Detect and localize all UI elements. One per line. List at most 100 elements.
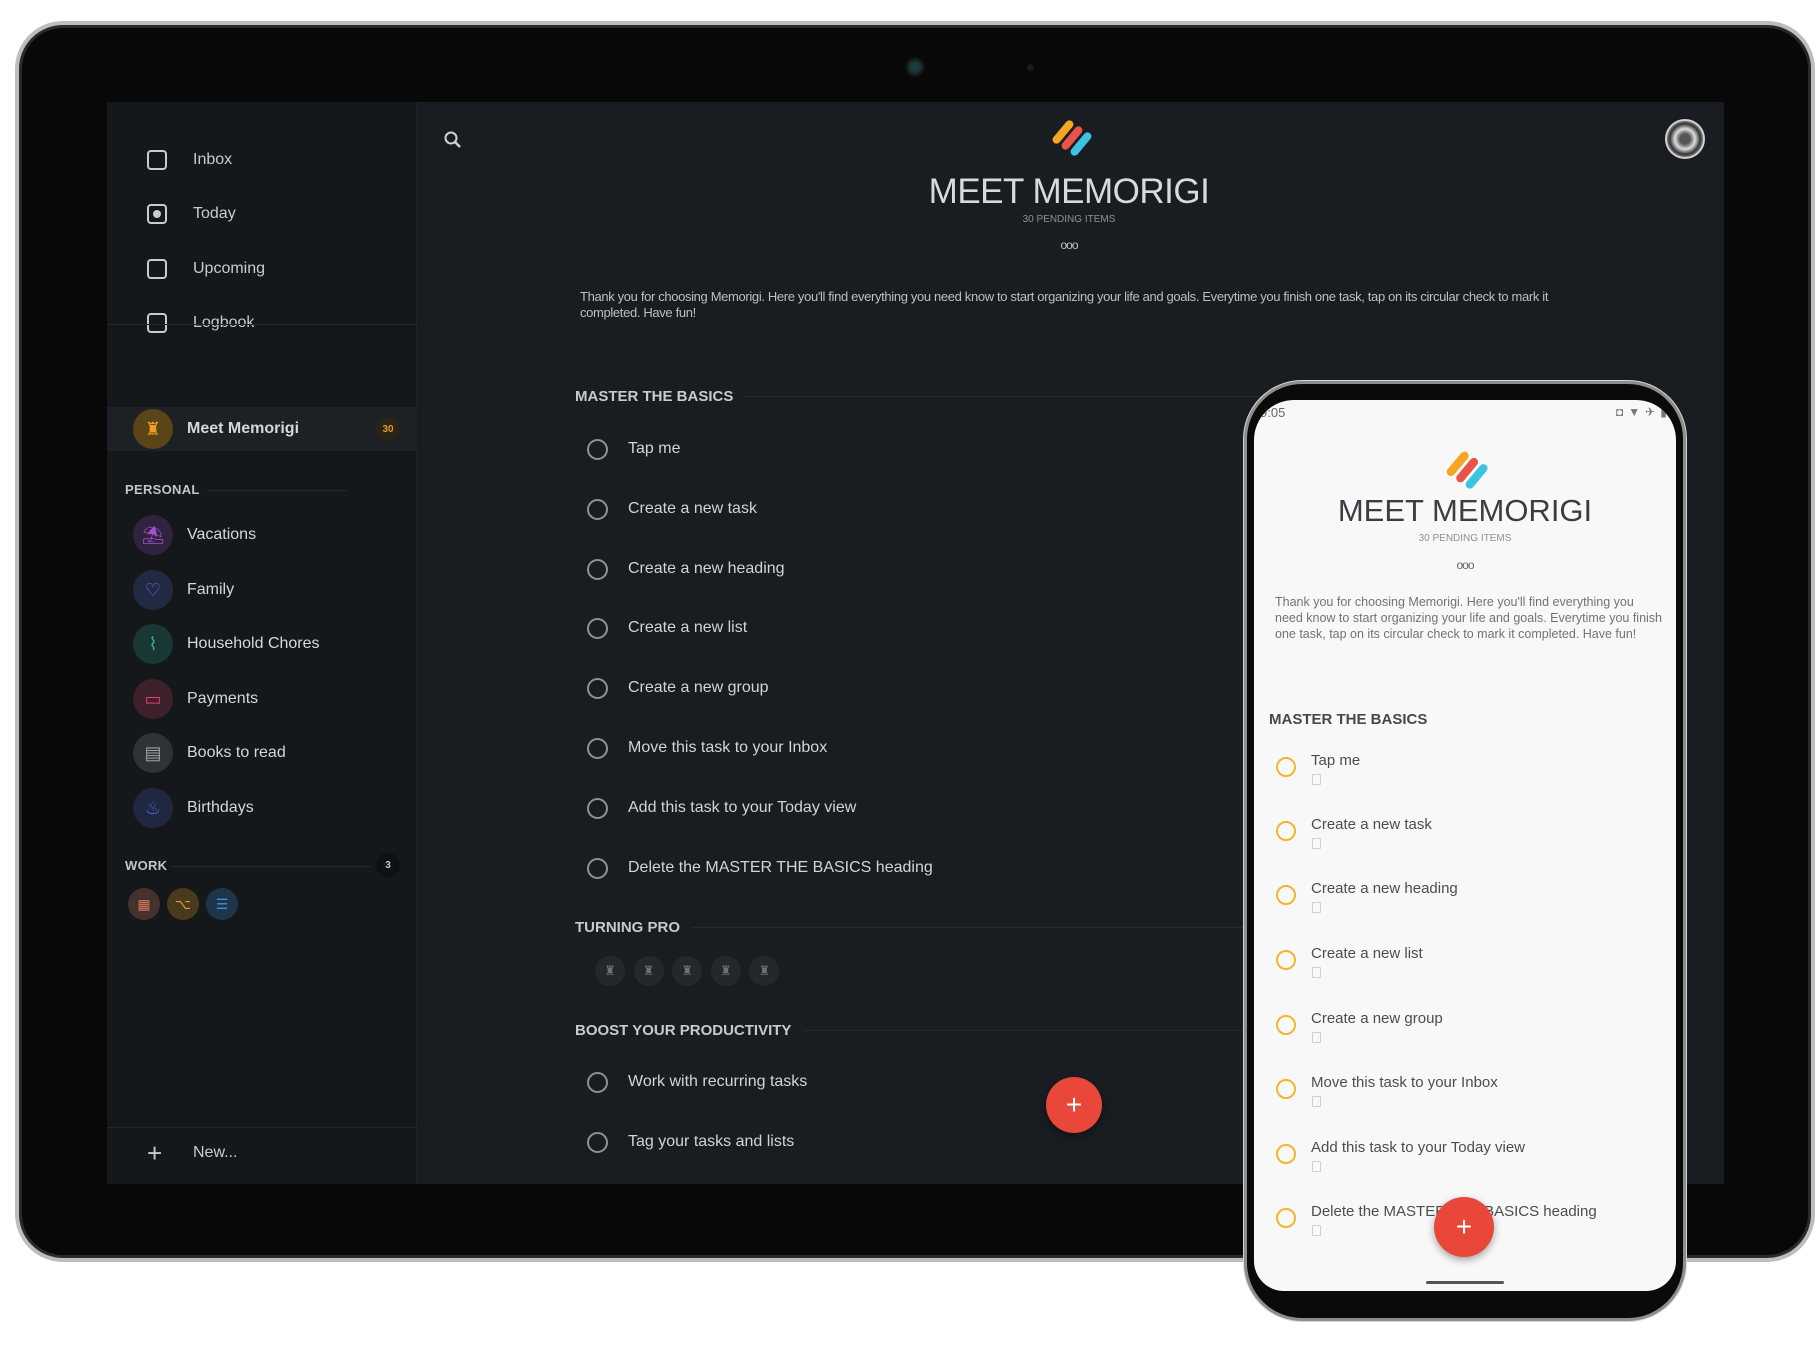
- task-item[interactable]: Create a new group: [587, 675, 769, 701]
- sidebar-item-household-chores[interactable]: ⌇ Household Chores: [117, 622, 407, 666]
- task-item[interactable]: Create a new list: [587, 615, 747, 641]
- sidebar-item-inbox[interactable]: Inbox: [147, 145, 232, 175]
- checkbox-circle[interactable]: [1276, 885, 1296, 905]
- task-item[interactable]: Add this task to your Today view: [587, 795, 856, 821]
- checkbox-circle[interactable]: [587, 677, 608, 699]
- project-label: Vacations: [187, 526, 257, 543]
- task-label: Create a new heading: [1311, 880, 1458, 897]
- note-icon: [1312, 1161, 1321, 1172]
- book-icon: ▤: [133, 733, 173, 773]
- pending-count: 30 PENDING ITEMS: [1418, 533, 1512, 544]
- beach-icon: ⛱: [133, 515, 173, 555]
- more-options-button[interactable]: ooo: [1044, 238, 1094, 252]
- pro-tip-avatar[interactable]: ♜: [710, 956, 741, 986]
- checkbox-circle[interactable]: [587, 617, 608, 639]
- task-label: Add this task to your Today view: [628, 799, 857, 816]
- note-icon: [1312, 967, 1321, 978]
- task-item[interactable]: Delete the MASTER THE BASICS heading: [587, 855, 933, 881]
- plus-icon: +: [147, 1138, 163, 1168]
- user-avatar[interactable]: [1665, 119, 1705, 159]
- checkbox-circle[interactable]: [1276, 1208, 1296, 1228]
- task-label: Delete the MASTER THE BASICS heading: [628, 859, 933, 876]
- sidebar-item-birthdays[interactable]: ♨ Birthdays: [117, 786, 407, 830]
- checkbox-circle[interactable]: [1276, 950, 1296, 970]
- checkbox-circle[interactable]: [1276, 757, 1296, 777]
- task-item[interactable]: Create a new task: [587, 496, 757, 522]
- more-options-button[interactable]: ooo: [1254, 558, 1676, 572]
- note-icon: [1312, 838, 1321, 849]
- sidebar-item-family[interactable]: ♡ Family: [117, 568, 407, 612]
- status-icons: ◘▼✈▮: [1616, 405, 1672, 419]
- heading-turning-pro: TURNING PRO: [575, 919, 1275, 936]
- checkbox-circle[interactable]: [587, 1131, 608, 1153]
- task-label: Move this task to your Inbox: [628, 739, 828, 756]
- sidebar-item-logbook[interactable]: Logbook: [147, 308, 254, 338]
- checkbox-circle[interactable]: [1276, 1144, 1296, 1164]
- divider: [107, 1127, 417, 1128]
- divider: [107, 324, 417, 325]
- nav-label: Upcoming: [193, 260, 266, 277]
- home-indicator[interactable]: [1426, 1281, 1504, 1284]
- broom-icon: ⌇: [133, 624, 173, 664]
- count-badge: 30: [376, 417, 400, 441]
- new-button[interactable]: + New...: [147, 1138, 237, 1168]
- checkbox-circle[interactable]: [1276, 1079, 1296, 1099]
- project-label: Meet Memorigi: [187, 420, 300, 437]
- sidebar-item-upcoming[interactable]: Upcoming: [147, 254, 265, 284]
- hiker-icon: ♜: [133, 409, 173, 449]
- note-icon: [1312, 774, 1321, 785]
- sidebar-item-meet-memorigi[interactable]: ♜ Meet Memorigi 30: [107, 407, 417, 451]
- checkbox-circle[interactable]: [587, 1071, 608, 1093]
- pro-tip-avatar[interactable]: ♜: [633, 956, 664, 986]
- sidebar-item-vacations[interactable]: ⛱ Vacations: [117, 513, 407, 557]
- heading-boost-your-productivity: BOOST YOUR PRODUCTIVITY: [575, 1022, 1275, 1039]
- description: Thank you for choosing Memorigi. Here yo…: [580, 289, 1549, 320]
- checkbox-circle[interactable]: [1276, 1015, 1296, 1035]
- pro-tip-avatar[interactable]: ♜: [672, 956, 703, 986]
- checkbox-circle[interactable]: [587, 438, 608, 460]
- inbox-icon: [147, 150, 167, 170]
- task-item[interactable]: Create a new heading: [587, 556, 785, 582]
- heading-master-the-basics: MASTER THE BASICS: [1269, 711, 1428, 728]
- calendar-icon[interactable]: ▦: [128, 888, 160, 920]
- checkbox-circle[interactable]: [587, 737, 608, 759]
- divider: [207, 490, 347, 491]
- upcoming-icon: [147, 259, 167, 279]
- task-label: Create a new list: [628, 619, 748, 636]
- logbook-icon: [147, 313, 167, 333]
- sidebar-item-payments[interactable]: ▭ Payments: [117, 677, 407, 721]
- task-item[interactable]: Tap me: [587, 436, 680, 462]
- checkbox-circle[interactable]: [587, 498, 608, 520]
- heart-icon: ♡: [133, 570, 173, 610]
- task-label: Tag your tasks and lists: [628, 1133, 795, 1150]
- heading-master-the-basics: MASTER THE BASICS: [575, 388, 1275, 405]
- checkbox-circle[interactable]: [1276, 821, 1296, 841]
- list-icon[interactable]: ☰: [206, 888, 238, 920]
- flowchart-icon[interactable]: ⌥: [167, 888, 199, 920]
- task-label: Create a new group: [1311, 1010, 1443, 1027]
- add-task-button[interactable]: +: [1046, 1077, 1102, 1133]
- page-title: MEET MEMORIGI: [928, 172, 1210, 211]
- checkbox-circle[interactable]: [587, 558, 608, 580]
- task-item[interactable]: Work with recurring tasks: [587, 1069, 807, 1095]
- nav-label: Inbox: [193, 151, 233, 168]
- search-icon[interactable]: [443, 130, 463, 150]
- note-icon: [1312, 1032, 1321, 1043]
- note-icon: [1312, 902, 1321, 913]
- description: Thank you for choosing Memorigi. Here yo…: [1275, 595, 1663, 641]
- pro-tip-avatar[interactable]: ♜: [595, 956, 625, 986]
- sidebar: Inbox Today Upcoming Logbook ♜ Meet Memorig…: [107, 102, 417, 1184]
- pro-tip-avatar[interactable]: ♜: [749, 956, 780, 986]
- new-label: New...: [193, 1144, 238, 1161]
- task-item[interactable]: Tag your tasks and lists: [587, 1129, 794, 1155]
- task-label: Create a new group: [628, 679, 769, 696]
- pending-count: 30 PENDING ITEMS: [1022, 214, 1116, 225]
- section-label-work: WORK: [125, 858, 168, 873]
- add-task-button[interactable]: +: [1434, 1197, 1494, 1257]
- checkbox-circle[interactable]: [587, 797, 608, 819]
- cake-icon: ♨: [133, 788, 173, 828]
- checkbox-circle[interactable]: [587, 857, 608, 879]
- sidebar-item-today[interactable]: Today: [147, 199, 236, 229]
- task-item[interactable]: Move this task to your Inbox: [587, 735, 827, 761]
- sidebar-item-books-to-read[interactable]: ▤ Books to read: [117, 731, 407, 775]
